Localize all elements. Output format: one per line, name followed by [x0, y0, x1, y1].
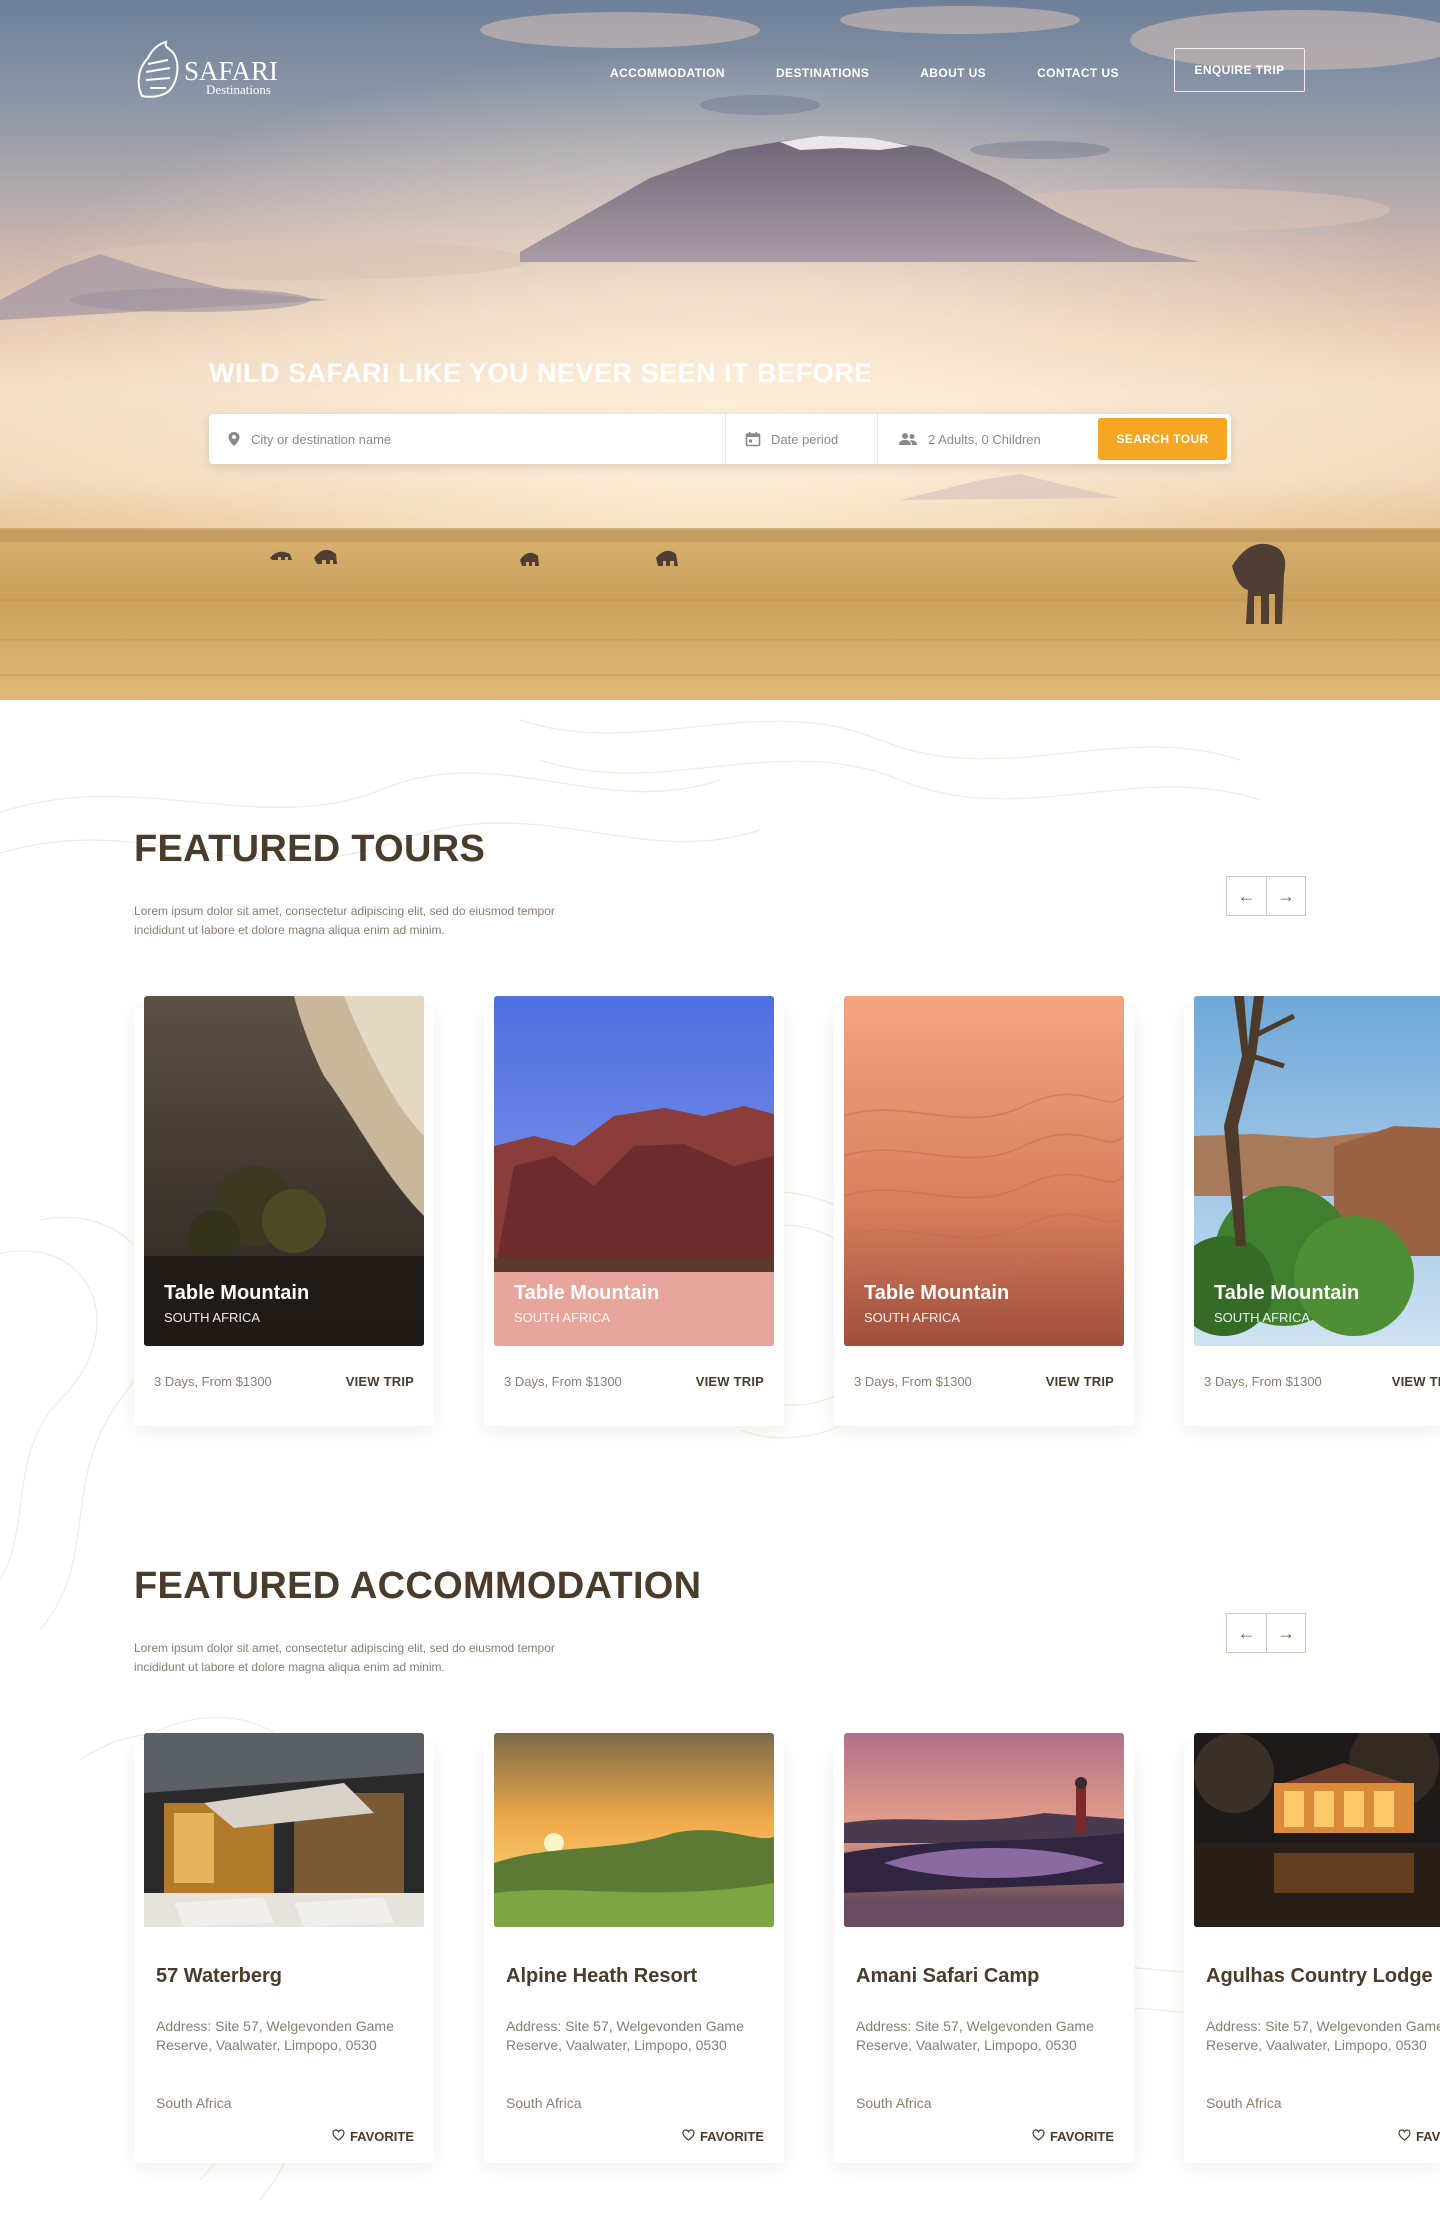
accommodation-name: Agulhas Country Lodge [1206, 1965, 1433, 1987]
nav-item-contact-us[interactable]: CONTACT US [1037, 66, 1119, 80]
arrow-left-icon[interactable]: ← [1227, 1614, 1266, 1652]
view-trip-link[interactable]: VIEW TRIP [346, 1374, 414, 1389]
tour-name: Table Mountain [1214, 1282, 1360, 1304]
main-nav: ACCOMMODATION DESTINATIONS ABOUT US CONT… [610, 66, 1170, 80]
date-period-field[interactable]: Date period [726, 414, 878, 464]
heart-icon [682, 2129, 695, 2144]
arrow-right-icon[interactable]: → [1265, 877, 1305, 915]
tour-meta: 3 Days, From $1300 [154, 1374, 272, 1389]
accommodation-card[interactable]: Agulhas Country Lodge Address: Site 57, … [1184, 1733, 1440, 2163]
accommodation-image-dusk-deck [844, 1733, 1124, 1927]
accommodation-carousel-controls: ← → [1226, 1613, 1306, 1653]
view-trip-link[interactable]: VIEW TRIP [696, 1374, 764, 1389]
brand-subtitle: Destinations [206, 82, 271, 97]
favorite-button[interactable]: FAVORITE [332, 2129, 414, 2144]
heart-icon [1398, 2129, 1411, 2144]
accommodation-country: South Africa [156, 2095, 232, 2111]
tour-name: Table Mountain [864, 1282, 1010, 1304]
tour-image-coastal-cliff: Table Mountain SOUTH AFRICA [144, 996, 424, 1346]
accommodation-card[interactable]: 57 Waterberg Address: Site 57, Welgevond… [134, 1733, 434, 2163]
heart-icon [1032, 2129, 1045, 2144]
zebra-icon [137, 40, 179, 98]
featured-tours-description: Lorem ipsum dolor sit amet, consectetur … [134, 904, 555, 937]
favorite-label: FAVORITE [349, 2129, 414, 2144]
calendar-icon [745, 431, 761, 447]
nav-item-destinations[interactable]: DESTINATIONS [776, 66, 869, 80]
tour-name: Table Mountain [164, 1282, 310, 1304]
search-tour-button[interactable]: SEARCH TOUR [1098, 418, 1227, 460]
accommodation-image-lodge-pool [144, 1733, 424, 1927]
view-trip-link[interactable]: VIEW TRIP [1046, 1374, 1114, 1389]
destination-placeholder: City or destination name [251, 431, 392, 447]
arrow-right-icon[interactable]: → [1265, 1614, 1305, 1652]
hero-headline-bold: WILD SAFARI [209, 358, 390, 388]
accommodation-address: Address: Site 57, Welgevonden Game Reser… [506, 2018, 744, 2053]
tour-meta: 3 Days, From $1300 [1204, 1374, 1322, 1389]
favorite-label: FAVORITE [1049, 2129, 1114, 2144]
accommodation-name: 57 Waterberg [156, 1965, 282, 1987]
accommodation-image-lakeside-pavilion [1194, 1733, 1440, 1927]
favorite-label: FAVORITE [699, 2129, 764, 2144]
people-icon [898, 432, 918, 446]
tour-image-desert-dunes: Table Mountain SOUTH AFRICA [844, 996, 1124, 1346]
tour-name: Table Mountain [514, 1282, 660, 1304]
tour-card[interactable]: Table Mountain SOUTH AFRICA 3 Days, From… [834, 996, 1134, 1426]
nav-item-accommodation[interactable]: ACCOMMODATION [610, 66, 725, 80]
tour-country: SOUTH AFRICA [514, 1310, 611, 1325]
tours-carousel-controls: ← → [1226, 876, 1306, 916]
accommodation-address: Address: Site 57, Welgevonden Game Reser… [856, 2018, 1094, 2053]
favorite-button[interactable]: FAVORITE [1398, 2129, 1440, 2144]
heart-icon [332, 2129, 345, 2144]
featured-accommodation-description: Lorem ipsum dolor sit amet, consectetur … [134, 1641, 555, 1674]
savanna-mountain-illustration [0, 0, 1440, 700]
favorite-button[interactable]: FAVORITE [1032, 2129, 1114, 2144]
enquire-trip-button[interactable]: ENQUIRE TRIP [1174, 48, 1305, 92]
featured-accommodation-title: FEATURED ACCOMMODATION [134, 1565, 702, 1607]
tour-meta: 3 Days, From $1300 [854, 1374, 972, 1389]
featured-tours-title: FEATURED TOURS [134, 828, 486, 870]
view-trip-link[interactable]: VIEW TRIP [1392, 1374, 1440, 1389]
tour-country: SOUTH AFRICA [864, 1310, 961, 1325]
accommodation-name: Alpine Heath Resort [506, 1965, 698, 1987]
favorite-button[interactable]: FAVORITE [682, 2129, 764, 2144]
arrow-left-icon[interactable]: ← [1227, 877, 1266, 915]
tour-country: SOUTH AFRICA [164, 1310, 261, 1325]
brand-logo[interactable]: SAFARI Destinations [134, 40, 294, 100]
tour-image-red-rock: Table Mountain SOUTH AFRICA [494, 996, 774, 1346]
accommodation-card[interactable]: Amani Safari Camp Address: Site 57, Welg… [834, 1733, 1134, 2163]
accommodation-address: Address: Site 57, Welgevonden Game Reser… [156, 2018, 394, 2053]
destination-field[interactable]: City or destination name [209, 414, 726, 464]
guests-value: 2 Adults, 0 Children [928, 431, 1041, 447]
tour-card[interactable]: Table Mountain SOUTH AFRICA 3 Days, From… [1184, 996, 1440, 1426]
accommodation-country: South Africa [856, 2095, 932, 2111]
accommodation-image-sunset-hills [494, 1733, 774, 1927]
accommodation-country: South Africa [506, 2095, 582, 2111]
hero-banner: SAFARI Destinations ACCOMMODATION DESTIN… [0, 0, 1440, 700]
tour-image-canyon-tree: Table Mountain SOUTH AFRICA [1194, 996, 1440, 1346]
favorite-label: FAVORITE [1415, 2129, 1440, 2144]
hero-headline: WILD SAFARI LIKE YOU NEVER SEEN IT BEFOR… [209, 358, 873, 389]
tour-country: SOUTH AFRICA [1214, 1310, 1311, 1325]
nav-item-about-us[interactable]: ABOUT US [920, 66, 986, 80]
accommodation-address: Address: Site 57, Welgevonden Game Reser… [1206, 2018, 1440, 2053]
tour-card[interactable]: Table Mountain SOUTH AFRICA 3 Days, From… [134, 996, 434, 1426]
accommodation-card[interactable]: Alpine Heath Resort Address: Site 57, We… [484, 1733, 784, 2163]
location-pin-icon [227, 431, 241, 447]
date-period-placeholder: Date period [771, 431, 839, 447]
tour-card[interactable]: Table Mountain SOUTH AFRICA 3 Days, From… [484, 996, 784, 1426]
guests-field[interactable]: 2 Adults, 0 Children [878, 414, 1099, 464]
tour-meta: 3 Days, From $1300 [504, 1374, 622, 1389]
accommodation-name: Amani Safari Camp [856, 1965, 1040, 1987]
accommodation-country: South Africa [1206, 2095, 1282, 2111]
tour-search-bar: City or destination name Date period 2 A… [209, 414, 1231, 464]
hero-headline-rest: LIKE YOU NEVER SEEN IT BEFORE [398, 358, 873, 388]
